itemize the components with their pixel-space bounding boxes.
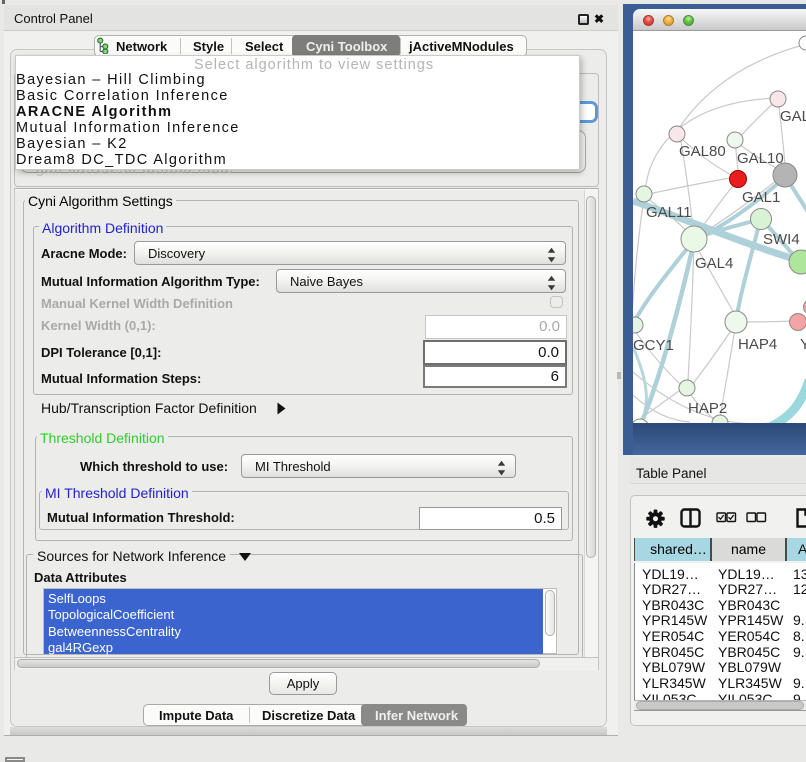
svg-text:HAP4: HAP4 (738, 336, 777, 353)
svg-text:Y: Y (800, 336, 806, 353)
svg-text:SWI4: SWI4 (763, 231, 800, 248)
svg-text:GCY1: GCY1 (633, 337, 674, 354)
svg-text:GAL11: GAL11 (646, 204, 692, 221)
svg-text:HAP2: HAP2 (688, 400, 727, 417)
svg-text:GAL: GAL (780, 108, 806, 125)
svg-text:GAL10: GAL10 (737, 150, 784, 167)
svg-text:GAL80: GAL80 (679, 143, 726, 160)
svg-text:GAL1: GAL1 (742, 189, 780, 206)
svg-text:GAL4: GAL4 (695, 255, 733, 272)
